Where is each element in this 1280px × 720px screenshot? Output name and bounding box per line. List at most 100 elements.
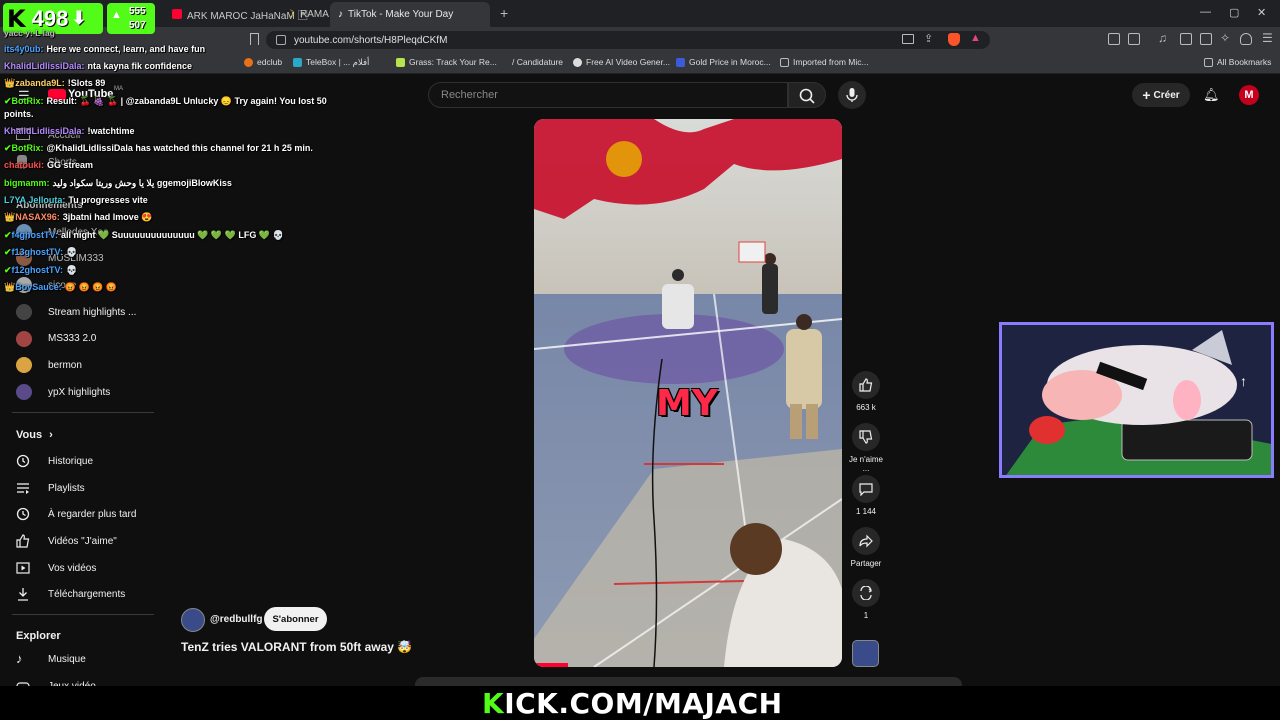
all-bookmarks-button[interactable]: All Bookmarks — [1204, 57, 1271, 67]
share-button[interactable]: Partager — [848, 527, 884, 568]
new-tab-button[interactable]: + — [500, 5, 508, 21]
bookmark-gold-price[interactable]: Gold Price in Moroc... — [676, 57, 771, 67]
sidebar-item-your-videos[interactable]: Vos vidéos — [48, 563, 96, 574]
close-window-button[interactable]: ✕ — [1257, 6, 1266, 19]
avatar[interactable]: M — [1239, 85, 1259, 105]
gold-price-icon — [676, 57, 685, 67]
bookmark-icon[interactable] — [250, 33, 259, 45]
sidebar-item-playlists[interactable]: Playlists — [48, 483, 85, 494]
clock-icon — [16, 507, 30, 521]
grass-icon — [396, 57, 405, 67]
like-count: 663 k — [856, 403, 876, 412]
folder-icon — [780, 57, 789, 67]
short-channel-name[interactable]: @redbullfg — [210, 614, 263, 625]
chat-message: ✔f13ghostTV: 💀 — [4, 247, 78, 257]
subscribe-button[interactable]: S'abonner — [264, 607, 327, 631]
minimize-button[interactable]: — — [1200, 6, 1211, 18]
avatar — [16, 384, 32, 400]
chat-message: ✔BotRix: @KhalidLidlissiDala has watched … — [4, 143, 313, 153]
cartoon-avatar-image — [1002, 325, 1271, 475]
tab-rama[interactable]: ☽ RAMA — [286, 4, 329, 24]
site-info-icon[interactable] — [276, 35, 286, 45]
chat-message: KhalidLidlissiDala: nta kayna fik confide… — [4, 61, 193, 71]
bookmark-imported-folder[interactable]: Imported from Mic... — [780, 57, 869, 67]
tiktok-icon: ♪ — [338, 9, 343, 20]
chat-message: L7YA Jellouta: Tu progresses vite — [4, 195, 148, 205]
tab-tiktok[interactable]: ♪ TikTok - Make Your Day — [330, 2, 490, 27]
sidebar-explore-header: Explorer — [16, 630, 61, 642]
bookmark-telebox[interactable]: TeleBox | ... أفلام — [293, 57, 369, 68]
share-icon — [859, 534, 873, 548]
download-icon — [18, 588, 28, 601]
avatar — [16, 331, 32, 347]
region-code: MA — [114, 86, 123, 92]
sidebar-item-music[interactable]: Musique — [48, 654, 86, 665]
sidebar-item-watch-later[interactable]: À regarder plus tard — [48, 509, 136, 520]
voice-search-button[interactable] — [838, 81, 866, 109]
chat-message: ✔f12ghostTV: 💀 — [4, 265, 78, 275]
arrow-up-icon: ↑ — [1240, 373, 1247, 389]
comments-button[interactable]: 1 144 — [848, 475, 884, 516]
sidebar-item-downloads[interactable]: Téléchargements — [48, 589, 125, 600]
remix-count: 1 — [863, 611, 869, 620]
youtube-icon — [172, 9, 182, 19]
plus-icon: + — [1142, 87, 1151, 103]
search-input[interactable]: Rechercher — [428, 82, 788, 108]
sound-thumbnail[interactable] — [852, 640, 879, 667]
avatar — [16, 304, 32, 320]
sidebar-icon[interactable] — [1180, 33, 1192, 45]
kick-followers-counter: ▲ 555 507 — [107, 3, 155, 34]
chat-message: points. — [4, 109, 34, 119]
dislike-button[interactable]: Je n'aime ... — [848, 423, 884, 473]
wallet-icon[interactable] — [1128, 33, 1140, 45]
video-caption-overlay: MY — [656, 383, 718, 424]
brave-shields-icon[interactable] — [948, 33, 960, 46]
edclub-icon — [244, 57, 253, 67]
sidebar-channel-bermon[interactable]: bermon — [48, 360, 82, 371]
bookmark-grass[interactable]: Grass: Track Your Re... — [396, 57, 497, 67]
kick-url-text: KICK.COM/MAJACH — [482, 687, 783, 720]
maximize-button[interactable]: ▢ — [1229, 6, 1239, 19]
playlist-icon — [17, 483, 29, 494]
vpn-icon[interactable] — [1200, 33, 1212, 45]
bookmark-candidature[interactable]: / Candidature — [512, 57, 563, 67]
sidebar-channel-ypx[interactable]: ypX highlights — [48, 387, 110, 398]
search-button[interactable] — [788, 82, 826, 108]
media-icon[interactable]: ♫ — [1158, 31, 1167, 45]
chevron-right-icon: › — [49, 429, 53, 441]
followers-bottom: 507 — [129, 20, 146, 31]
remix-icon — [860, 586, 873, 600]
shield-icon[interactable] — [1240, 33, 1252, 45]
remix-button[interactable]: 1 — [848, 579, 884, 620]
short-title[interactable]: TenZ tries VALORANT from 50ft away 🤯 — [181, 640, 412, 654]
thumbs-up-icon — [16, 534, 30, 548]
share-icon[interactable]: ⇪ — [924, 32, 933, 45]
arrow-down-icon: ⬇ — [71, 8, 87, 28]
short-video-player[interactable]: MY — [534, 119, 842, 667]
thumbs-down-icon — [859, 430, 873, 444]
chat-message: chatouki: GG stream — [4, 160, 94, 170]
url-bar[interactable]: youtube.com/shorts/H8PleqdCKfM — [266, 31, 990, 49]
bookmark-edclub[interactable]: edclub — [244, 57, 282, 67]
gear-icon — [573, 57, 582, 67]
create-button[interactable]: + Créer — [1132, 83, 1190, 107]
brave-rewards-icon[interactable]: ▲ — [970, 32, 981, 44]
comment-count: 1 144 — [855, 507, 877, 516]
extensions-icon[interactable] — [1108, 33, 1120, 45]
notifications-bell-icon[interactable]: 🔔︎ — [1203, 87, 1220, 103]
thumbs-up-icon — [859, 378, 873, 392]
sidebar-channel-ms333[interactable]: MS333 2.0 — [48, 333, 96, 344]
like-button[interactable]: 663 k — [848, 371, 884, 412]
avatar[interactable] — [181, 608, 205, 632]
sidebar-channel-stream-highlights[interactable]: Stream highlights ... — [48, 307, 136, 318]
music-icon: ♪ — [16, 651, 23, 666]
sidebar-item-history[interactable]: Historique — [48, 456, 93, 467]
leo-ai-icon[interactable]: ✧ — [1220, 31, 1230, 45]
bookmark-free-ai-video[interactable]: Free AI Video Gener... — [573, 57, 670, 67]
sidebar-you-header[interactable]: Vous › — [16, 429, 53, 441]
menu-icon[interactable]: ☰ — [1262, 31, 1273, 45]
microphone-icon — [846, 88, 858, 102]
history-icon — [16, 454, 30, 468]
sidebar-item-liked-videos[interactable]: Vidéos "J'aime" — [48, 536, 117, 547]
cast-icon[interactable] — [902, 34, 914, 44]
